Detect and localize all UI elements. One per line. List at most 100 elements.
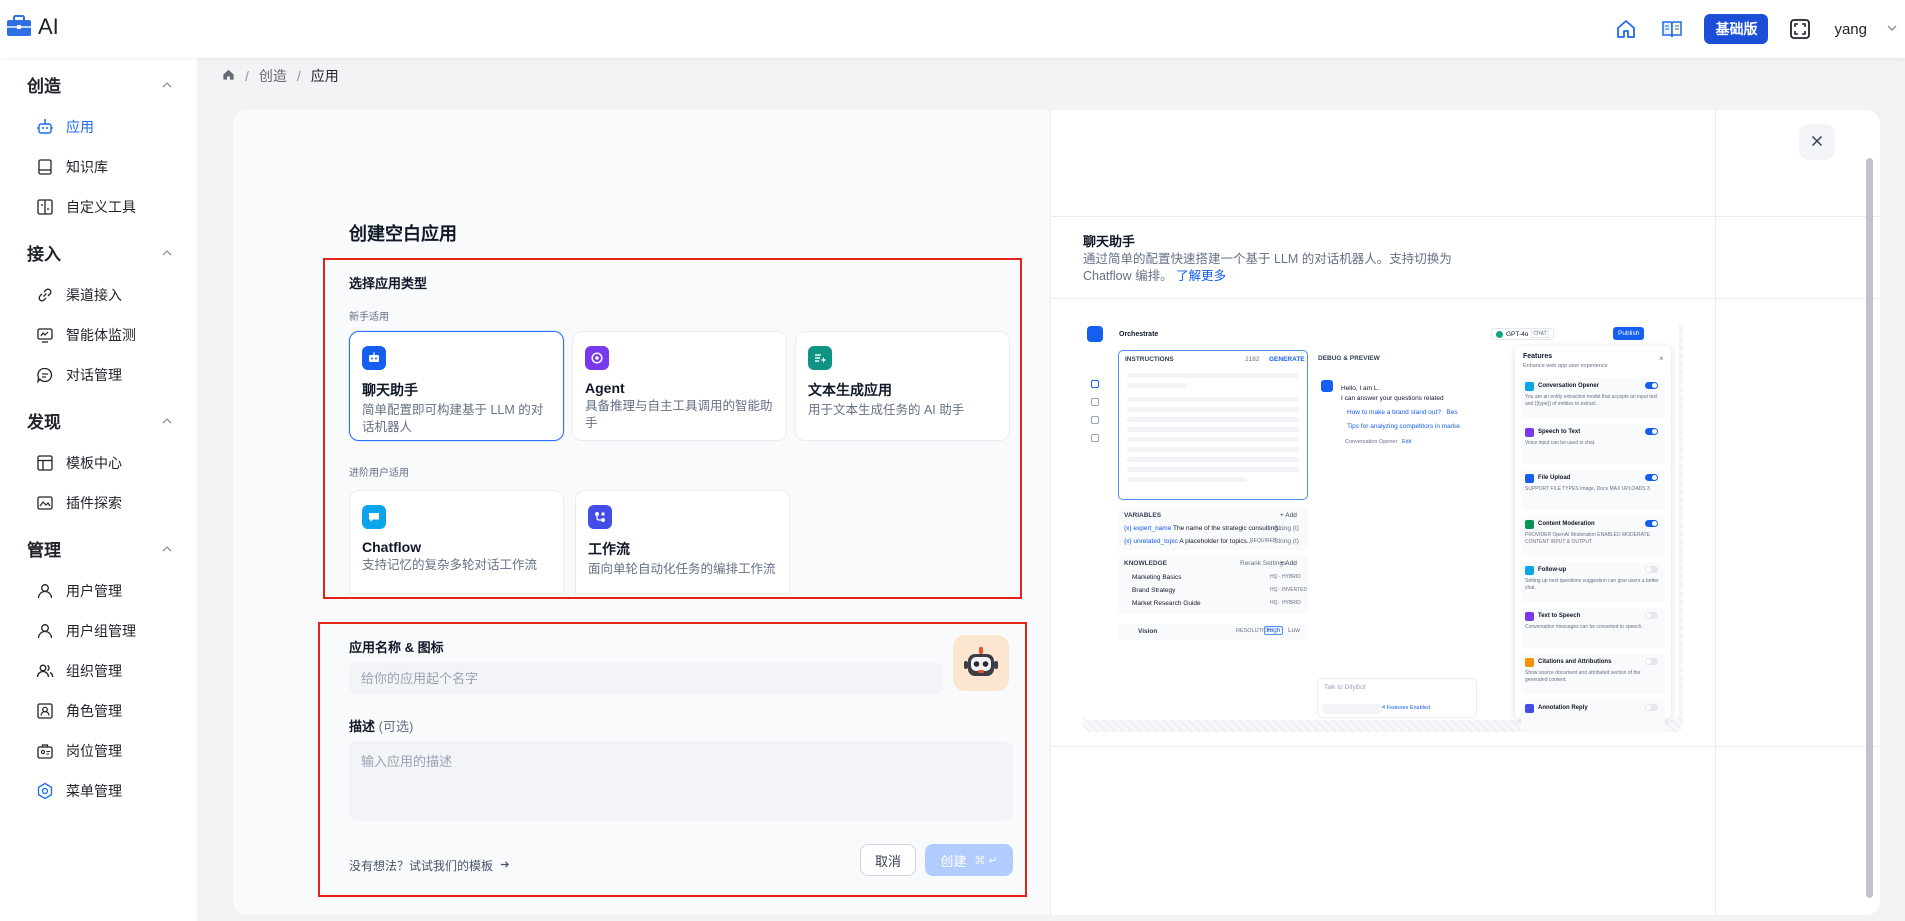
user-icon	[36, 622, 54, 640]
chatflow-icon	[362, 505, 386, 529]
app-logo[interactable]: AI	[6, 14, 59, 40]
advanced-label: 进阶用户适用	[349, 468, 409, 479]
feature-toggle	[1645, 658, 1658, 665]
sidebar: 创造 应用 知识库 自定义工具 接入 渠道接入 智能体监测 对话管理 发现 模板…	[0, 58, 197, 921]
sidebar-item-user-group-management[interactable]: 用户组管理	[36, 620, 136, 642]
sidebar-item-label: 组织管理	[66, 663, 122, 679]
learn-more-link[interactable]: 了解更多	[1176, 269, 1226, 283]
feature-toggle	[1645, 520, 1658, 527]
app-type-chat-assistant[interactable]: 聊天助手 简单配置即可构建基于 LLM 的对话机器人	[349, 331, 564, 441]
feature-item: Speech to Text Voice input can be used in…	[1521, 424, 1665, 464]
app-type-agent[interactable]: Agent 具备推理与自主工具调用的智能助手	[572, 331, 787, 441]
user-name[interactable]: yang	[1834, 21, 1867, 38]
chevron-up-icon[interactable]	[160, 414, 174, 428]
sidebar-item-label: 菜单管理	[66, 783, 122, 799]
breadcrumb: / 创造 / 应用	[222, 66, 339, 86]
gear-icon	[36, 782, 54, 800]
robot-avatar-icon	[961, 642, 1001, 685]
app-type-text-generation[interactable]: 文本生成应用 用于文本生成任务的 AI 助手	[795, 331, 1010, 441]
cancel-button[interactable]: 取消	[860, 844, 916, 876]
feature-toggle	[1645, 382, 1658, 389]
sidebar-group-discover[interactable]: 发现	[27, 408, 61, 433]
feature-toggle	[1645, 612, 1658, 619]
sidebar-item-plugin-explore[interactable]: 插件探索	[36, 492, 122, 514]
close-button[interactable]	[1799, 124, 1835, 160]
app-type-name: 聊天助手	[362, 382, 418, 398]
feature-name: Speech to Text	[1538, 429, 1581, 435]
feature-toggle	[1645, 474, 1658, 481]
book-icon[interactable]	[1658, 15, 1686, 43]
feature-icon	[1525, 704, 1534, 713]
feature-desc: Setting up next questions suggestion can…	[1525, 578, 1659, 591]
scrollbar-thumb[interactable]	[1866, 158, 1873, 898]
sidebar-group-manage[interactable]: 管理	[27, 536, 61, 561]
sidebar-item-post-management[interactable]: 岗位管理	[36, 740, 122, 762]
sidebar-item-label: 渠道接入	[66, 287, 122, 303]
feature-item: Follow-up Setting up next questions sugge…	[1521, 562, 1665, 602]
create-button[interactable]: 创建 ⌘ ↵	[925, 844, 1013, 876]
app-name-input[interactable]	[349, 662, 943, 694]
chevron-down-icon[interactable]	[1885, 21, 1901, 37]
feature-toggle	[1645, 428, 1658, 435]
monitor-icon	[36, 326, 54, 344]
app-desc-label: 描述 (可选)	[349, 719, 414, 734]
sidebar-group-access[interactable]: 接入	[27, 240, 61, 265]
sidebar-item-template-center[interactable]: 模板中心	[36, 452, 122, 474]
sidebar-item-label: 插件探索	[66, 495, 122, 511]
users-icon	[36, 662, 54, 680]
feature-toggle	[1645, 566, 1658, 573]
sidebar-item-apps[interactable]: 应用	[36, 116, 94, 138]
feature-name: Text to Speech	[1538, 613, 1581, 619]
sidebar-item-label: 自定义工具	[66, 199, 136, 215]
sidebar-group-create[interactable]: 创造	[27, 72, 61, 97]
breadcrumb-create[interactable]: 创造	[259, 66, 287, 86]
sidebar-item-channel-access[interactable]: 渠道接入	[36, 284, 122, 306]
link-icon	[36, 286, 54, 304]
home-icon[interactable]	[222, 68, 235, 84]
feature-name: File Upload	[1538, 475, 1571, 481]
sidebar-item-conversation-management[interactable]: 对话管理	[36, 364, 122, 386]
bot-avatar-icon	[1321, 380, 1333, 392]
chevron-up-icon[interactable]	[160, 78, 174, 92]
shot-knowledge: KNOWLEDGE Rerank Settings + Add Marketin…	[1118, 556, 1308, 614]
edition-button[interactable]: 基础版	[1704, 14, 1769, 44]
sidebar-item-role-management[interactable]: 角色管理	[36, 700, 122, 722]
briefcase-icon	[6, 14, 32, 40]
scrollbar[interactable]	[1864, 118, 1874, 910]
feature-name: Citations and Attributions	[1538, 659, 1612, 665]
app-icon-picker[interactable]	[953, 635, 1009, 691]
template-link[interactable]: 没有想法？试试我们的模板	[349, 857, 510, 874]
chevron-up-icon[interactable]	[160, 246, 174, 260]
top-bar: AI 基础版 yang	[0, 0, 1905, 58]
feature-name: Content Moderation	[1538, 521, 1595, 527]
app-type-chatflow[interactable]: Chatflow 支持记忆的复杂多轮对话工作流	[349, 490, 564, 594]
sidebar-item-agent-monitor[interactable]: 智能体监测	[36, 324, 136, 346]
app-type-name: Chatflow	[362, 539, 422, 555]
page-title: 创建空白应用	[349, 224, 457, 244]
sidebar-item-knowledge[interactable]: 知识库	[36, 156, 108, 178]
chevron-up-icon[interactable]	[160, 542, 174, 556]
feature-desc: Conversation messages can be converted t…	[1525, 624, 1643, 630]
home-icon[interactable]	[1612, 15, 1640, 43]
sidebar-item-user-management[interactable]: 用户管理	[36, 580, 122, 602]
feature-toggle	[1645, 704, 1658, 711]
app-type-workflow[interactable]: 工作流 面向单轮自动化任务的编排工作流	[575, 490, 790, 594]
sidebar-item-custom-tools[interactable]: 自定义工具	[36, 196, 136, 218]
shot-instructions: INSTRUCTIONS 2182 GENERATE	[1118, 350, 1308, 500]
shot-header: Orchestrate	[1119, 331, 1159, 338]
fullscreen-icon[interactable]	[1786, 15, 1814, 43]
shot-model-selector: GPT-4o CHAT	[1491, 328, 1554, 340]
feature-desc: SUPPORT FILE TYPES Image, Docs MAX UPLOA…	[1525, 486, 1650, 492]
sidebar-item-org-management[interactable]: 组织管理	[36, 660, 122, 682]
app-name-label: 应用名称 & 图标	[349, 640, 444, 655]
feature-name: Follow-up	[1538, 567, 1567, 573]
app-desc-textarea[interactable]	[349, 741, 1013, 821]
text-generation-icon	[808, 346, 832, 370]
shot-variables: VARIABLES + Add {x} expert_name The name…	[1118, 508, 1308, 550]
breadcrumb-apps: 应用	[310, 68, 339, 84]
sidebar-item-menu-management[interactable]: 菜单管理	[36, 780, 122, 802]
feature-icon	[1525, 658, 1534, 667]
app-type-desc: 支持记忆的复杂多轮对话工作流	[362, 558, 538, 572]
workflow-icon	[588, 505, 612, 529]
feature-icon	[1525, 566, 1534, 575]
